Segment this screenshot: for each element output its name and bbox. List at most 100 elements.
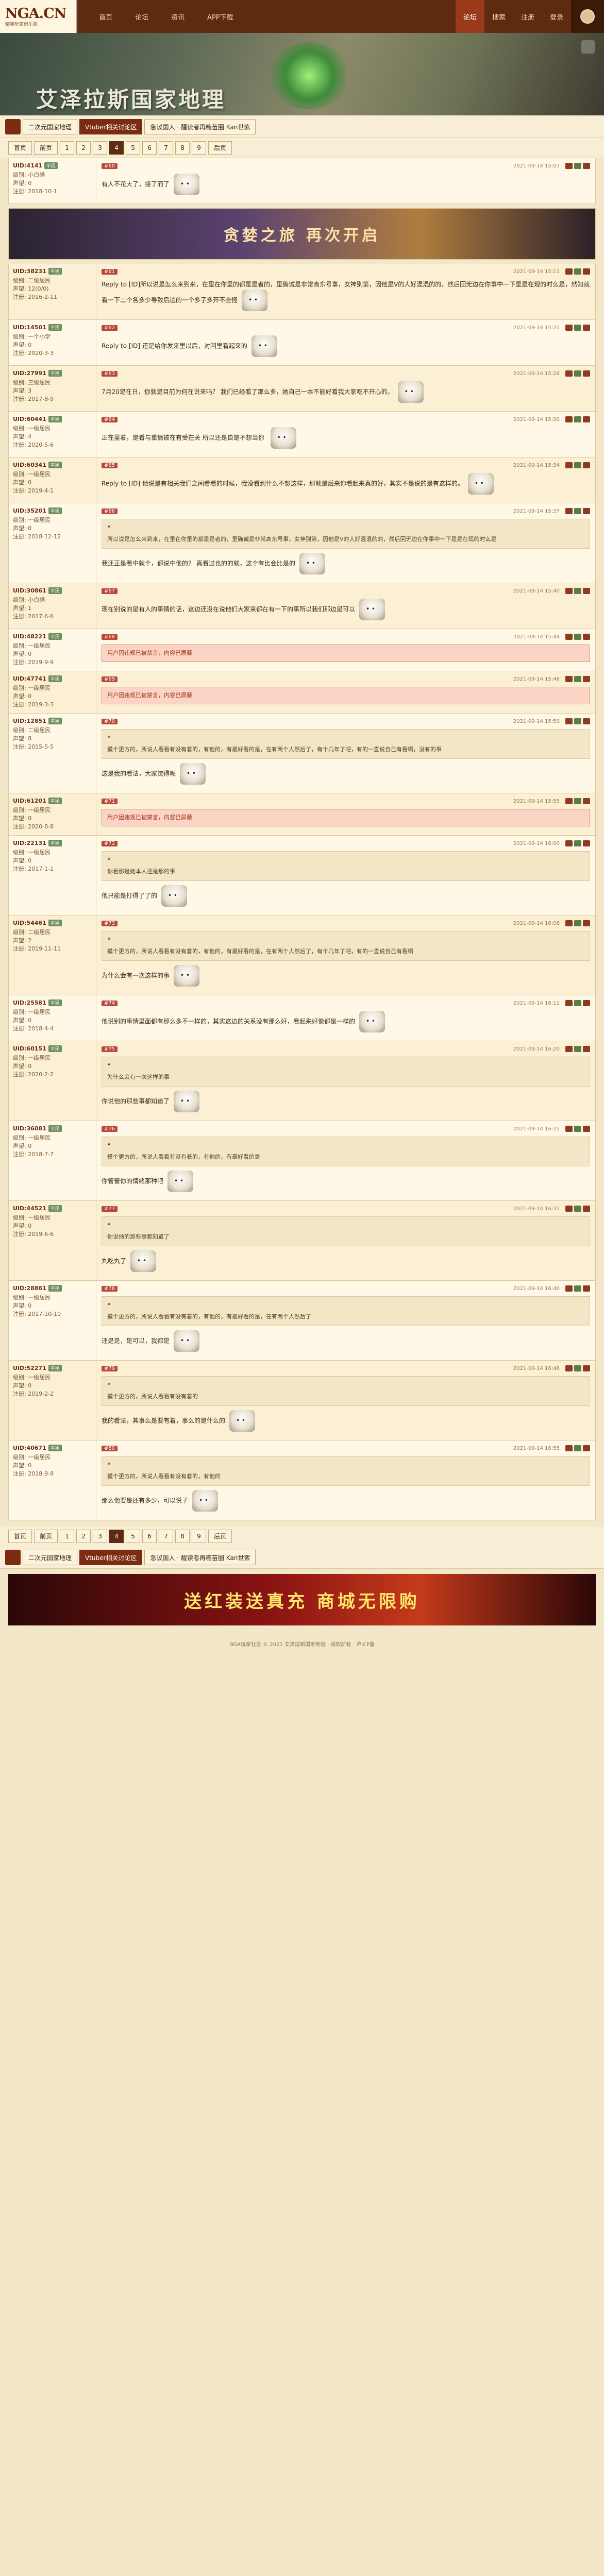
nav-right-search[interactable]: 搜索 [484, 0, 513, 33]
reply-icon[interactable] [565, 1445, 573, 1451]
more-icon[interactable] [583, 325, 590, 331]
page-link[interactable]: 9 [192, 1530, 207, 1543]
reply-icon[interactable] [565, 1365, 573, 1371]
page-link[interactable]: 1 [60, 1530, 75, 1543]
more-icon[interactable] [583, 588, 590, 594]
banner-expand-icon[interactable] [581, 40, 595, 54]
post-floor-number[interactable]: #69 [102, 676, 118, 682]
page-link[interactable]: 后页 [208, 1530, 232, 1543]
page-link[interactable]: 4 [109, 1530, 124, 1543]
nav-right-login[interactable]: 登录 [542, 0, 571, 33]
more-icon[interactable] [583, 508, 590, 514]
page-link[interactable]: 7 [159, 1530, 174, 1543]
like-icon[interactable] [574, 1285, 581, 1292]
author-uid[interactable]: UID:22131 [13, 840, 46, 846]
more-icon[interactable] [583, 1000, 590, 1006]
page-link[interactable]: 5 [126, 1530, 141, 1543]
more-icon[interactable] [583, 1285, 590, 1292]
page-link[interactable]: 8 [175, 1530, 190, 1543]
page-link[interactable]: 2 [76, 1530, 91, 1543]
like-icon[interactable] [574, 370, 581, 377]
site-logo[interactable]: NGA.CN 精英玩家俱乐部 [0, 0, 77, 33]
breadcrumb-item-thread[interactable]: 急议国人 · 醒读者再糖苗圈 Kan世紫 [144, 1549, 256, 1565]
home-icon[interactable] [5, 1549, 21, 1565]
page-link[interactable]: 3 [93, 141, 108, 155]
page-link[interactable]: 首页 [8, 1530, 32, 1543]
like-icon[interactable] [574, 920, 581, 926]
like-icon[interactable] [574, 163, 581, 169]
post-floor-number[interactable]: #77 [102, 1206, 118, 1212]
author-uid[interactable]: UID:28861 [13, 1285, 46, 1292]
page-link[interactable]: 5 [126, 141, 141, 155]
top-advertisement[interactable]: 贪婪之旅 再次开启 [8, 208, 596, 260]
post-floor-number[interactable]: #74 [102, 1000, 118, 1006]
reply-icon[interactable] [565, 634, 573, 640]
post-floor-number[interactable]: #80 [102, 1445, 118, 1451]
post-floor-number[interactable]: #64 [102, 416, 118, 422]
like-icon[interactable] [574, 676, 581, 682]
author-uid[interactable]: UID:60441 [13, 416, 46, 422]
home-icon[interactable] [5, 118, 21, 134]
author-uid[interactable]: UID:27991 [13, 370, 46, 377]
author-uid[interactable]: UID:52271 [13, 1365, 46, 1371]
post-floor-number[interactable]: #73 [102, 920, 118, 926]
page-link[interactable]: 4 [109, 141, 124, 155]
reply-icon[interactable] [565, 370, 573, 377]
post-floor-number[interactable]: #67 [102, 588, 118, 594]
reply-icon[interactable] [565, 840, 573, 846]
author-uid[interactable]: UID:38231 [13, 268, 46, 275]
nav-link-forum[interactable]: 论坛 [124, 12, 160, 22]
more-icon[interactable] [583, 798, 590, 804]
reply-icon[interactable] [565, 1285, 573, 1292]
author-uid[interactable]: UID:48221 [13, 633, 46, 640]
breadcrumb-item-section[interactable]: 二次元国家地理 [23, 118, 78, 134]
post-floor-number[interactable]: #79 [102, 1365, 118, 1371]
nav-link-home[interactable]: 首页 [88, 12, 124, 22]
more-icon[interactable] [583, 718, 590, 724]
author-uid[interactable]: UID:25581 [13, 999, 46, 1006]
reply-icon[interactable] [565, 508, 573, 514]
page-link[interactable]: 8 [175, 141, 190, 155]
author-uid[interactable]: UID:47741 [13, 675, 46, 682]
page-link[interactable]: 前页 [34, 141, 58, 155]
post-floor-number[interactable]: #70 [102, 718, 118, 724]
like-icon[interactable] [574, 1126, 581, 1132]
reply-icon[interactable] [565, 676, 573, 682]
like-icon[interactable] [574, 840, 581, 846]
more-icon[interactable] [583, 920, 590, 926]
author-uid[interactable]: UID:44521 [13, 1205, 46, 1212]
reply-icon[interactable] [565, 718, 573, 724]
reply-icon[interactable] [565, 163, 573, 169]
post-floor-number[interactable]: #66 [102, 508, 118, 514]
like-icon[interactable] [574, 1365, 581, 1371]
more-icon[interactable] [583, 370, 590, 377]
post-floor-number[interactable]: #65 [102, 462, 118, 468]
page-link[interactable]: 6 [142, 141, 157, 155]
bottom-advertisement[interactable]: 送红装送真充 商城无限购 [8, 1574, 596, 1625]
author-uid[interactable]: UID:36081 [13, 1125, 46, 1132]
like-icon[interactable] [574, 1000, 581, 1006]
page-link[interactable]: 1 [60, 141, 75, 155]
author-uid[interactable]: UID:60341 [13, 462, 46, 468]
nav-link-app[interactable]: APP下载 [196, 12, 245, 22]
reply-icon[interactable] [565, 920, 573, 926]
post-floor-number[interactable]: #63 [102, 370, 118, 377]
reply-icon[interactable] [565, 798, 573, 804]
more-icon[interactable] [583, 1365, 590, 1371]
post-floor-number[interactable]: #60 [102, 163, 118, 169]
page-link[interactable]: 前页 [34, 1530, 58, 1543]
post-floor-number[interactable]: #68 [102, 634, 118, 640]
author-uid[interactable]: UID:30861 [13, 587, 46, 594]
post-floor-number[interactable]: #76 [102, 1126, 118, 1132]
author-uid[interactable]: UID:40671 [13, 1445, 46, 1451]
more-icon[interactable] [583, 268, 590, 275]
nav-right-forum[interactable]: 论坛 [456, 0, 484, 33]
page-link[interactable]: 2 [76, 141, 91, 155]
reply-icon[interactable] [565, 588, 573, 594]
breadcrumb-item-board[interactable]: Vtuber相关讨论区 [79, 118, 143, 134]
more-icon[interactable] [583, 634, 590, 640]
more-icon[interactable] [583, 1126, 590, 1132]
like-icon[interactable] [574, 416, 581, 422]
post-floor-number[interactable]: #78 [102, 1285, 118, 1292]
nav-right-register[interactable]: 注册 [513, 0, 542, 33]
